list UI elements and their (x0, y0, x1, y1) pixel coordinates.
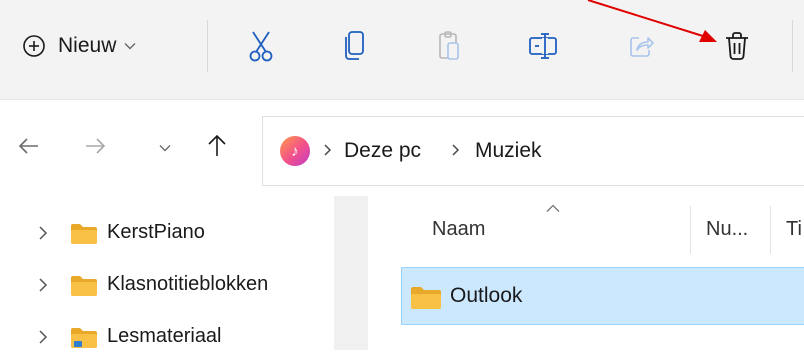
navigation-pane: KerstPiano Klasnotitieblokken Lesmateria… (0, 196, 334, 350)
column-divider[interactable] (770, 206, 771, 254)
chevron-right-icon[interactable] (38, 277, 48, 298)
chevron-down-icon (124, 42, 136, 50)
file-row-outlook[interactable]: Outlook (401, 267, 804, 325)
folder-icon (70, 223, 98, 250)
column-header-number[interactable]: Nu... (706, 218, 748, 241)
nav-item-lesmateriaal[interactable]: Lesmateriaal (0, 316, 330, 360)
toolbar-bottom-border (0, 99, 804, 100)
arrow-right-icon (84, 137, 106, 160)
nav-item-kerstpiano[interactable]: KerstPiano (0, 212, 330, 256)
new-button[interactable]: Nieuw (22, 20, 162, 72)
address-bar[interactable]: ♪ Deze pc Muziek (262, 116, 804, 186)
file-name: Outlook (450, 284, 523, 307)
arrow-up-icon (207, 134, 227, 163)
music-icon: ♪ (280, 136, 310, 166)
trash-icon (724, 31, 750, 61)
chevron-right-icon[interactable] (38, 329, 48, 350)
navigation-pane-scrollbar[interactable] (334, 196, 368, 350)
cut-button[interactable] (238, 20, 284, 72)
folder-icon (70, 275, 98, 302)
nav-item-label: Klasnotitieblokken (107, 273, 269, 295)
breadcrumb-music[interactable]: Muziek (475, 139, 542, 163)
folder-icon (410, 286, 442, 315)
scissors-icon (248, 30, 274, 62)
breadcrumb-this-pc[interactable]: Deze pc (344, 139, 421, 163)
share-icon (628, 33, 654, 59)
chevron-right-icon (451, 143, 460, 162)
forward-button[interactable] (78, 128, 112, 168)
copy-icon (343, 30, 367, 62)
nav-item-label: Lesmateriaal (107, 325, 222, 347)
toolbar-divider-right (792, 20, 793, 72)
chevron-right-icon (323, 143, 332, 162)
share-button[interactable] (618, 20, 664, 72)
nav-item-label: KerstPiano (107, 221, 205, 243)
back-button[interactable] (12, 128, 46, 168)
up-button[interactable] (200, 128, 234, 168)
recent-locations-button[interactable] (148, 128, 182, 168)
column-header-name[interactable]: Naam (432, 218, 485, 241)
arrow-left-icon (18, 137, 40, 160)
column-header-title[interactable]: Ti (786, 218, 802, 241)
nav-item-klasnotitieblokken[interactable]: Klasnotitieblokken (0, 264, 330, 308)
toolbar-divider (207, 20, 208, 72)
copy-button[interactable] (332, 20, 378, 72)
chevron-down-icon (159, 139, 171, 157)
delete-button[interactable] (714, 20, 760, 72)
clipboard-icon (437, 30, 461, 62)
rename-button[interactable] (520, 20, 566, 72)
plus-circle-icon (22, 34, 46, 58)
sort-ascending-icon (546, 200, 560, 218)
paste-button[interactable] (426, 20, 472, 72)
chevron-right-icon[interactable] (38, 225, 48, 246)
new-button-label: Nieuw (58, 34, 117, 57)
column-divider[interactable] (690, 206, 691, 254)
rename-icon (528, 32, 558, 60)
command-bar: Nieuw (0, 0, 804, 99)
